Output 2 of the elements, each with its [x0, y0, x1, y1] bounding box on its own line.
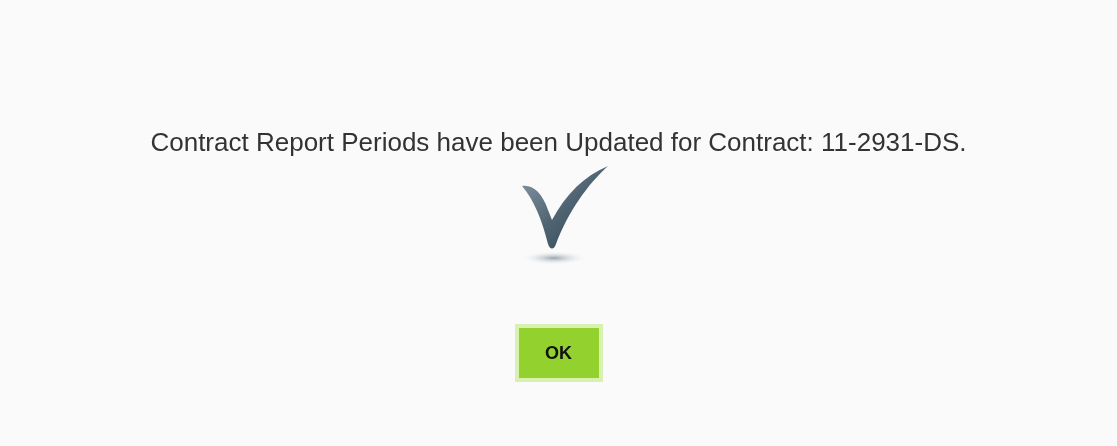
- success-message: Contract Report Periods have been Updated for Contract: 11-2931-DS.: [150, 126, 967, 159]
- ok-button[interactable]: OK: [514, 324, 603, 382]
